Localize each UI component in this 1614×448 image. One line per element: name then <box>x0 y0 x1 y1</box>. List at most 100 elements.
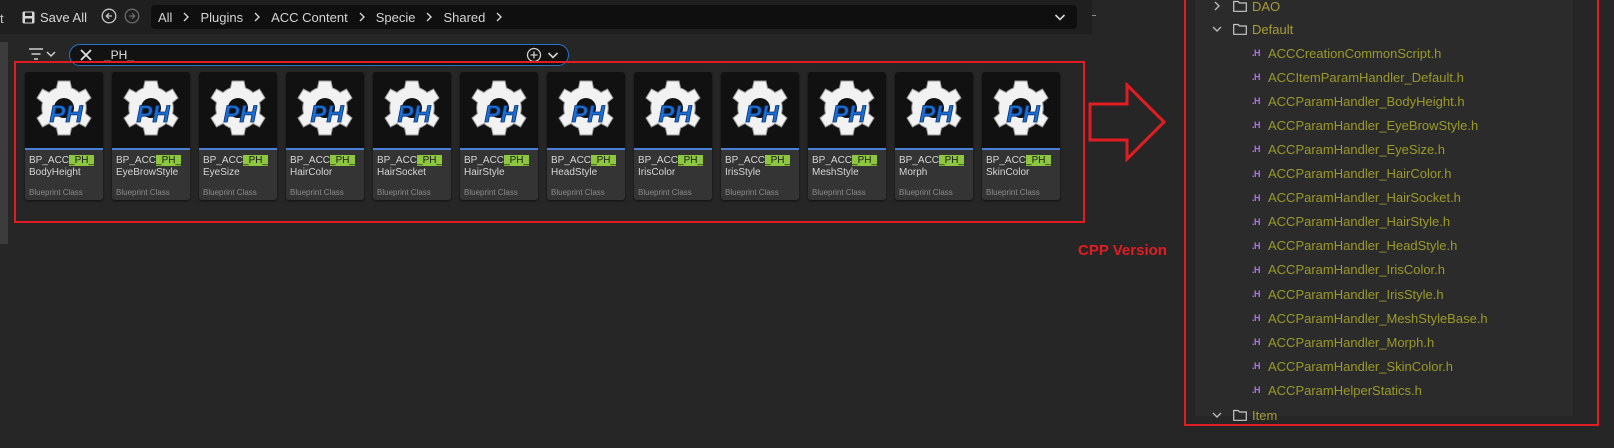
gear-icon: PH <box>471 80 527 136</box>
asset-name-prefix: BP_ACC <box>812 155 853 166</box>
save-all-button[interactable]: Save All <box>22 7 87 27</box>
asset-info: BP_ACC_PH_ SkinColor Blueprint Class <box>982 150 1060 200</box>
asset-class: Blueprint Class <box>116 188 170 197</box>
blueprint-thumbnail: PH <box>721 72 799 148</box>
asset-name: BP_ACC_PH_ MeshStyle <box>812 155 886 179</box>
asset-name-prefix: BP_ACC <box>725 155 766 166</box>
breadcrumb: All Plugins ACC Content Specie Shared <box>151 5 1077 29</box>
asset-name: BP_ACC_PH_ SkinColor <box>986 155 1060 179</box>
breadcrumb-specie[interactable]: Specie <box>369 10 423 25</box>
asset-info: BP_ACC_PH_ Morph Blueprint Class <box>895 150 973 200</box>
thumb-text: PH <box>223 101 257 128</box>
search-highlight: _PH_ <box>939 155 965 166</box>
blueprint-thumbnail: PH <box>112 72 190 148</box>
asset-tile[interactable]: PH BP_ACC_PH_ EyeBrowStyle Blueprint Cla… <box>112 72 190 200</box>
asset-tile[interactable]: PH BP_ACC_PH_ HairStyle Blueprint Class <box>460 72 538 200</box>
blueprint-thumbnail: PH <box>25 72 103 148</box>
arrow-right-icon <box>1088 82 1167 162</box>
thumb-text: PH <box>832 101 866 128</box>
asset-name-suffix: EyeBrowStyle <box>116 167 179 178</box>
chevron-down-icon[interactable] <box>1053 10 1067 24</box>
asset-name: BP_ACC_PH_ Morph <box>899 155 973 179</box>
asset-name-suffix: Morph <box>899 167 928 178</box>
gear-icon: PH <box>123 80 179 136</box>
chevron-right-icon[interactable] <box>355 10 369 24</box>
breadcrumb-all[interactable]: All <box>151 10 179 25</box>
blueprint-thumbnail: PH <box>373 72 451 148</box>
asset-class: Blueprint Class <box>203 188 257 197</box>
asset-tile[interactable]: PH BP_ACC_PH_ IrisColor Blueprint Class <box>634 72 712 200</box>
filter-icon[interactable] <box>28 46 62 62</box>
gear-icon: PH <box>384 80 440 136</box>
asset-tile[interactable]: PH BP_ACC_PH_ HeadStyle Blueprint Class <box>547 72 625 200</box>
gear-icon: PH <box>558 80 614 136</box>
asset-tile[interactable]: PH BP_ACC_PH_ SkinColor Blueprint Class <box>982 72 1060 200</box>
chevron-right-icon[interactable] <box>179 10 193 24</box>
asset-name: BP_ACC_PH_ HeadStyle <box>551 155 625 179</box>
blueprint-thumbnail: PH <box>460 72 538 148</box>
asset-name: BP_ACC_PH_ HairSocket <box>377 155 451 179</box>
asset-name-suffix: BodyHeight <box>29 167 81 178</box>
asset-class: Blueprint Class <box>551 188 605 197</box>
breadcrumb-plugins[interactable]: Plugins <box>193 10 250 25</box>
asset-name-prefix: BP_ACC <box>116 155 157 166</box>
gear-icon: PH <box>993 80 1049 136</box>
asset-name: BP_ACC_PH_ EyeBrowStyle <box>116 155 190 179</box>
back-icon[interactable] <box>101 8 117 24</box>
asset-class: Blueprint Class <box>638 188 692 197</box>
asset-name-suffix: EyeSize <box>203 167 240 178</box>
asset-info: BP_ACC_PH_ EyeSize Blueprint Class <box>199 150 277 200</box>
toolbar: t Save All All Plugins ACC Content Speci… <box>0 0 1092 34</box>
thumb-text: PH <box>136 101 170 128</box>
gear-icon: PH <box>36 80 92 136</box>
blueprint-thumbnail: PH <box>895 72 973 148</box>
asset-tile[interactable]: PH BP_ACC_PH_ EyeSize Blueprint Class <box>199 72 277 200</box>
chevron-right-icon[interactable] <box>250 10 264 24</box>
asset-name-suffix: HairStyle <box>464 167 505 178</box>
panel-splitter[interactable] <box>0 42 8 244</box>
thumb-text: PH <box>1006 101 1040 128</box>
asset-tile[interactable]: PH BP_ACC_PH_ BodyHeight Blueprint Class <box>25 72 103 200</box>
gear-icon: PH <box>819 80 875 136</box>
search-highlight: _PH_ <box>504 155 530 166</box>
chevron-right-icon[interactable] <box>492 10 506 24</box>
search-highlight: _PH_ <box>1026 155 1052 166</box>
asset-name: BP_ACC_PH_ EyeSize <box>203 155 277 179</box>
asset-info: BP_ACC_PH_ HairStyle Blueprint Class <box>460 150 538 200</box>
asset-name: BP_ACC_PH_ BodyHeight <box>29 155 103 179</box>
search-highlight: _PH_ <box>243 155 269 166</box>
asset-name: BP_ACC_PH_ HairStyle <box>464 155 538 179</box>
gear-icon: PH <box>645 80 701 136</box>
asset-name: BP_ACC_PH_ IrisStyle <box>725 155 799 179</box>
breadcrumb-acc-content[interactable]: ACC Content <box>264 10 355 25</box>
asset-name-suffix: MeshStyle <box>812 167 859 178</box>
blueprint-thumbnail: PH <box>982 72 1060 148</box>
chevron-right-icon[interactable] <box>422 10 436 24</box>
asset-tile[interactable]: PH BP_ACC_PH_ IrisStyle Blueprint Class <box>721 72 799 200</box>
blueprint-thumbnail: PH <box>199 72 277 148</box>
asset-class: Blueprint Class <box>986 188 1040 197</box>
asset-tile[interactable]: PH BP_ACC_PH_ MeshStyle Blueprint Class <box>808 72 886 200</box>
asset-name-suffix: HairColor <box>290 167 333 178</box>
search-highlight: _PH_ <box>417 155 443 166</box>
asset-name-prefix: BP_ACC <box>551 155 592 166</box>
annotation-label: CPP Version <box>1078 242 1167 259</box>
asset-tile[interactable]: PH BP_ACC_PH_ HairSocket Blueprint Class <box>373 72 451 200</box>
chevron-down-icon[interactable] <box>546 48 560 62</box>
thumb-text: PH <box>397 101 431 128</box>
asset-tile[interactable]: PH BP_ACC_PH_ Morph Blueprint Class <box>895 72 973 200</box>
thumb-text: PH <box>484 101 518 128</box>
asset-name-prefix: BP_ACC <box>899 155 940 166</box>
toolbar-edge-glyph: t <box>0 11 4 26</box>
asset-class: Blueprint Class <box>725 188 779 197</box>
asset-name-suffix: IrisStyle <box>725 167 761 178</box>
asset-info: BP_ACC_PH_ EyeBrowStyle Blueprint Class <box>112 150 190 200</box>
asset-class: Blueprint Class <box>290 188 344 197</box>
asset-tile[interactable]: PH BP_ACC_PH_ HairColor Blueprint Class <box>286 72 364 200</box>
search-highlight: _PH_ <box>678 155 704 166</box>
forward-icon[interactable] <box>124 8 140 24</box>
blueprint-thumbnail: PH <box>634 72 712 148</box>
asset-info: BP_ACC_PH_ HairSocket Blueprint Class <box>373 150 451 200</box>
breadcrumb-shared[interactable]: Shared <box>436 10 492 25</box>
asset-name-suffix: SkinColor <box>986 167 1030 178</box>
